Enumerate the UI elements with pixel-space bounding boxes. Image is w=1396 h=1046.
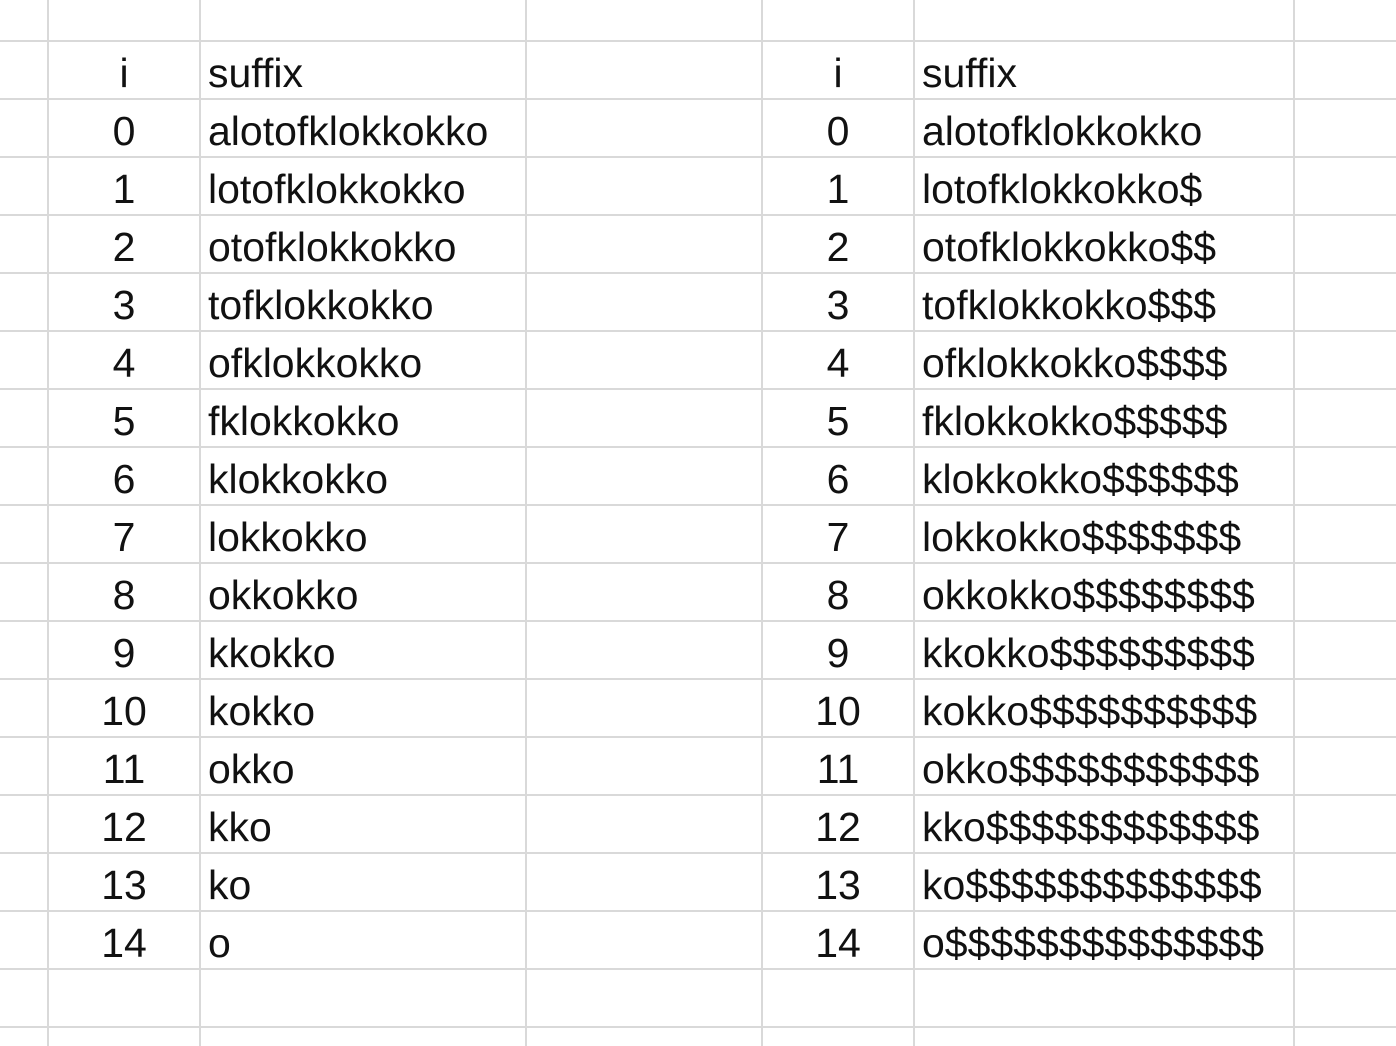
left-suffix-cell[interactable]: klokkokko <box>201 448 525 506</box>
left-suffix-cell[interactable]: otofklokkokko <box>201 216 525 274</box>
right-suffix-cell[interactable]: otofklokkokko$$ <box>915 216 1293 274</box>
left-index-cell[interactable]: 4 <box>49 332 199 390</box>
left-suffix-cell[interactable]: o <box>201 912 525 970</box>
right-suffix-cell[interactable]: kkokko$$$$$$$$$ <box>915 622 1293 680</box>
left-suffix-cell[interactable]: ko <box>201 854 525 912</box>
right-index-cell[interactable]: 4 <box>763 332 913 390</box>
left-suffix-cell[interactable]: okko <box>201 738 525 796</box>
left-index-cell[interactable]: 13 <box>49 854 199 912</box>
right-suffix-cell[interactable]: lotofklokkokko$ <box>915 158 1293 216</box>
right-index-cell[interactable]: 8 <box>763 564 913 622</box>
right-suffix-cell[interactable]: kko$$$$$$$$$$$$ <box>915 796 1293 854</box>
right-index-cell[interactable]: 10 <box>763 680 913 738</box>
left-suffix-cell[interactable]: kkokko <box>201 622 525 680</box>
gridline-horizontal <box>0 1026 1396 1028</box>
left-index-cell[interactable]: 0 <box>49 100 199 158</box>
left-index-cell[interactable]: 14 <box>49 912 199 970</box>
right-index-cell[interactable]: 13 <box>763 854 913 912</box>
right-index-cell[interactable]: 9 <box>763 622 913 680</box>
left-suffix-cell[interactable]: kokko <box>201 680 525 738</box>
left-suffix-cell[interactable]: fklokkokko <box>201 390 525 448</box>
right-suffix-cell[interactable]: o$$$$$$$$$$$$$$ <box>915 912 1293 970</box>
left-index-cell[interactable]: 1 <box>49 158 199 216</box>
right-header-i-cell[interactable]: i <box>763 42 913 100</box>
right-index-cell[interactable]: 12 <box>763 796 913 854</box>
left-suffix-cell[interactable]: tofklokkokko <box>201 274 525 332</box>
right-index-cell[interactable]: 3 <box>763 274 913 332</box>
right-suffix-cell[interactable]: klokkokko$$$$$$ <box>915 448 1293 506</box>
left-index-cell[interactable]: 10 <box>49 680 199 738</box>
right-index-cell[interactable]: 1 <box>763 158 913 216</box>
right-index-cell[interactable]: 0 <box>763 100 913 158</box>
right-index-cell[interactable]: 14 <box>763 912 913 970</box>
left-suffix-cell[interactable]: lotofklokkokko <box>201 158 525 216</box>
right-suffix-cell[interactable]: okkokko$$$$$$$$ <box>915 564 1293 622</box>
left-index-cell[interactable]: 2 <box>49 216 199 274</box>
right-index-cell[interactable]: 7 <box>763 506 913 564</box>
right-index-cell[interactable]: 11 <box>763 738 913 796</box>
left-header-suffix-cell[interactable]: suffix <box>201 42 525 100</box>
left-suffix-cell[interactable]: alotofklokkokko <box>201 100 525 158</box>
left-index-cell[interactable]: 3 <box>49 274 199 332</box>
left-index-cell[interactable]: 12 <box>49 796 199 854</box>
left-suffix-cell[interactable]: lokkokko <box>201 506 525 564</box>
right-index-cell[interactable]: 2 <box>763 216 913 274</box>
right-suffix-cell[interactable]: alotofklokkokko <box>915 100 1293 158</box>
left-index-cell[interactable]: 7 <box>49 506 199 564</box>
left-suffix-cell[interactable]: kko <box>201 796 525 854</box>
right-suffix-cell[interactable]: okko$$$$$$$$$$$ <box>915 738 1293 796</box>
left-index-cell[interactable]: 9 <box>49 622 199 680</box>
right-suffix-cell[interactable]: fklokkokko$$$$$ <box>915 390 1293 448</box>
left-index-cell[interactable]: 6 <box>49 448 199 506</box>
left-index-cell[interactable]: 5 <box>49 390 199 448</box>
left-suffix-cell[interactable]: ofklokkokko <box>201 332 525 390</box>
right-header-suffix-cell[interactable]: suffix <box>915 42 1293 100</box>
left-suffix-cell[interactable]: okkokko <box>201 564 525 622</box>
right-suffix-cell[interactable]: tofklokkokko$$$ <box>915 274 1293 332</box>
right-suffix-cell[interactable]: kokko$$$$$$$$$$ <box>915 680 1293 738</box>
right-suffix-cell[interactable]: ofklokkokko$$$$ <box>915 332 1293 390</box>
left-index-cell[interactable]: 11 <box>49 738 199 796</box>
right-suffix-cell[interactable]: ko$$$$$$$$$$$$$ <box>915 854 1293 912</box>
right-index-cell[interactable]: 6 <box>763 448 913 506</box>
right-suffix-cell[interactable]: lokkokko$$$$$$$ <box>915 506 1293 564</box>
left-header-i-cell[interactable]: i <box>49 42 199 100</box>
right-index-cell[interactable]: 5 <box>763 390 913 448</box>
spreadsheet-grid: i suffix 0 alotofklokkokko 1 lotofklokkokko 2 o… <box>0 0 1396 1046</box>
left-index-cell[interactable]: 8 <box>49 564 199 622</box>
